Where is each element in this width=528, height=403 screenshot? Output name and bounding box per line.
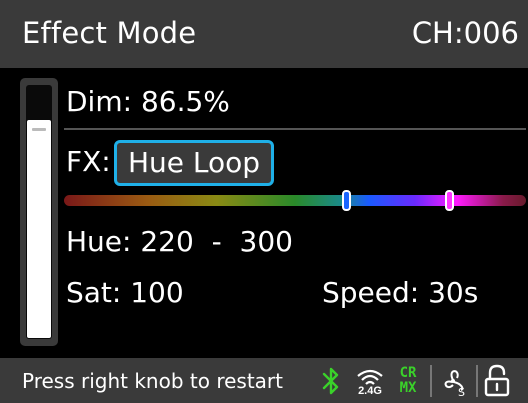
dim-level-fill (27, 120, 51, 338)
hue-start-knob[interactable] (341, 190, 351, 211)
wireless-2.4g-icon: 2.4G (352, 363, 388, 399)
speed-value: Speed: 30s (322, 276, 479, 309)
crmx-top-label: CR (399, 365, 417, 381)
channel-indicator: CH:006 (411, 16, 519, 50)
fan-smart-icon: S (436, 363, 470, 399)
crmx-icon: CR MX (394, 363, 422, 399)
separator (476, 365, 478, 397)
dim-level-handle[interactable] (32, 128, 46, 131)
status-bar: Press right knob to restart 2.4G CR MX S (0, 358, 528, 403)
fan-mode-label: S (458, 386, 465, 397)
dim-value: Dim: 86.5% (66, 85, 230, 118)
hue-range-slider[interactable] (64, 195, 526, 206)
crmx-bottom-label: MX (399, 380, 417, 396)
dim-level-track (26, 85, 52, 339)
dim-level-slider[interactable] (20, 78, 58, 346)
hint-text: Press right knob to restart (22, 369, 283, 393)
fx-effect-selector[interactable]: Hue Loop (114, 140, 274, 186)
fx-label: FX: (66, 145, 111, 178)
divider (64, 128, 526, 130)
bluetooth-icon (318, 363, 344, 399)
saturation-value: Sat: 100 (66, 276, 184, 309)
hue-range-value: Hue: 220 - 300 (66, 225, 293, 258)
separator (430, 365, 432, 397)
lock-open-icon[interactable] (482, 363, 512, 399)
hue-end-knob[interactable] (444, 190, 454, 211)
header-bar: Effect Mode CH:006 (0, 0, 528, 68)
wireless-band-label: 2.4G (358, 384, 382, 397)
page-title: Effect Mode (22, 16, 197, 50)
